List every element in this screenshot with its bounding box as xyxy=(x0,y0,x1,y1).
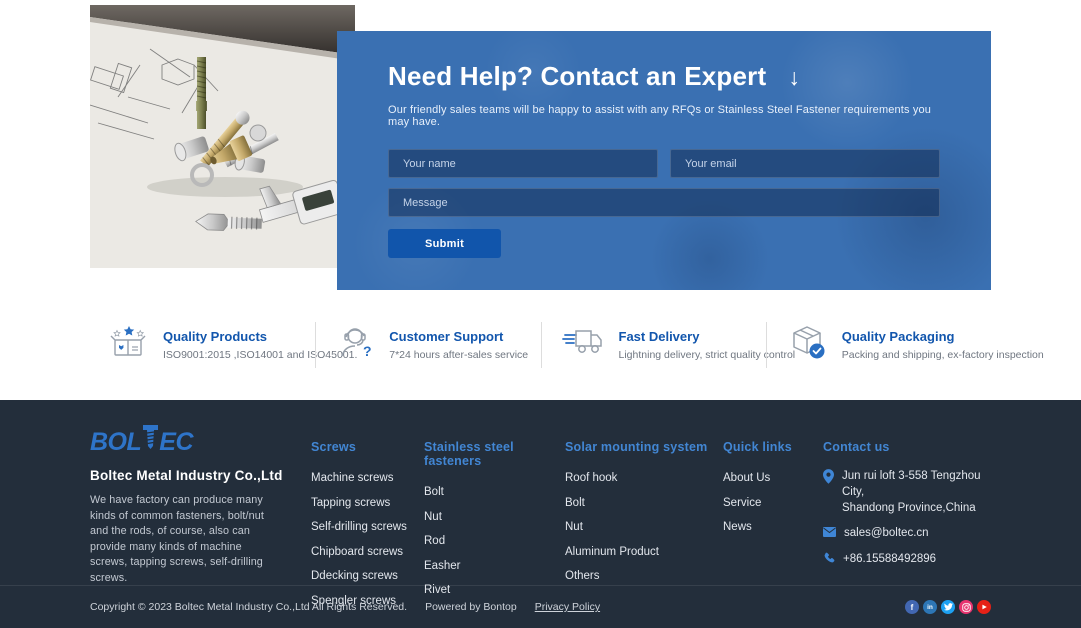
page: Need Help? Contact an Expert ↓ Our frien… xyxy=(0,0,1081,628)
privacy-policy-link[interactable]: Privacy Policy xyxy=(535,601,600,613)
footer-col-screws: Screws Machine screws Tapping screws Sel… xyxy=(311,400,424,615)
headset-icon: ? xyxy=(336,323,376,368)
contact-expert-panel: Need Help? Contact an Expert ↓ Our frien… xyxy=(337,31,991,290)
company-name: Boltec Metal Industry Co.,Ltd xyxy=(90,468,311,483)
footer-link[interactable]: Chipboard screws xyxy=(311,544,403,561)
submit-button[interactable]: Submit xyxy=(388,229,501,258)
feature-quality-products: Quality Products ISO9001:2015 ,ISO14001 … xyxy=(90,322,315,368)
email-input[interactable] xyxy=(670,149,940,178)
footer-link[interactable]: Service xyxy=(723,495,761,512)
address-row: Jun rui loft 3-558 Tengzhou City, Shando… xyxy=(823,468,991,516)
mail-icon xyxy=(823,526,836,542)
email-link[interactable]: sales@boltec.cn xyxy=(844,525,929,542)
feature-quality-packaging: Quality Packaging Packing and shipping, … xyxy=(766,322,991,368)
address-line1: Jun rui loft 3-558 Tengzhou City, xyxy=(842,470,981,498)
contact-panel-title: Need Help? Contact an Expert xyxy=(388,61,766,92)
social-links: f in xyxy=(905,600,991,614)
footer-link[interactable]: Aluminum Product xyxy=(565,544,659,561)
powered-by-text: Powered by Bontop xyxy=(425,601,517,613)
footer-link[interactable]: Easher xyxy=(424,558,460,575)
footer-link[interactable]: Machine screws xyxy=(311,470,393,487)
footer-link[interactable]: About Us xyxy=(723,470,770,487)
screw-t-icon xyxy=(143,424,158,456)
footer-link[interactable]: Rod xyxy=(424,533,445,550)
feature-customer-support: ? Customer Support 7*24 hours after-sale… xyxy=(315,322,540,368)
phone-row: +86.15588492896 xyxy=(823,551,991,569)
footer-heading: Solar mounting system xyxy=(565,440,723,454)
footer-heading: Screws xyxy=(311,440,424,454)
site-footer: BOL EC Boltec Metal Industry Co xyxy=(0,400,1081,628)
footer-heading: Stainless steel fasteners xyxy=(424,440,565,468)
features-strip: Quality Products ISO9001:2015 ,ISO14001 … xyxy=(90,290,991,400)
instagram-icon[interactable] xyxy=(959,600,973,614)
contact-panel-subtitle: Our friendly sales teams will be happy t… xyxy=(388,104,940,128)
arrow-down-icon: ↓ xyxy=(788,64,800,91)
svg-text:?: ? xyxy=(363,343,372,359)
phone-icon xyxy=(823,552,835,569)
copyright-text: Copyright © 2023 Boltec Metal Industry C… xyxy=(90,601,407,613)
footer-link[interactable]: Nut xyxy=(565,519,583,536)
box-stars-icon xyxy=(108,323,150,368)
footer-link[interactable]: Bolt xyxy=(424,484,444,501)
footer-link[interactable]: Others xyxy=(565,568,600,585)
email-row: sales@boltec.cn xyxy=(823,525,991,542)
footer-link[interactable]: Bolt xyxy=(565,495,585,512)
footer-link[interactable]: Roof hook xyxy=(565,470,617,487)
feature-desc: 7*24 hours after-sales service xyxy=(389,349,528,361)
footer-col-quick-links: Quick links About Us Service News xyxy=(723,400,823,615)
feature-title: Customer Support xyxy=(389,329,528,344)
linkedin-glyph: in xyxy=(927,604,933,611)
boltec-logo[interactable]: BOL EC xyxy=(90,424,311,457)
feature-fast-delivery: Fast Delivery Lightning delivery, strict… xyxy=(541,322,766,368)
logo-text-left: BOL xyxy=(90,428,141,457)
footer-heading: Contact us xyxy=(823,440,991,454)
fasteners-photo-art xyxy=(90,5,355,268)
footer-heading: Quick links xyxy=(723,440,823,454)
location-pin-icon xyxy=(823,469,834,516)
phone-link[interactable]: +86.15588492896 xyxy=(843,551,936,569)
footer-link[interactable]: Nut xyxy=(424,509,442,526)
facebook-icon[interactable]: f xyxy=(905,600,919,614)
footer-link[interactable]: News xyxy=(723,519,752,536)
address-text: Jun rui loft 3-558 Tengzhou City, Shando… xyxy=(842,468,991,516)
package-check-icon xyxy=(787,323,829,368)
logo-text-right: EC xyxy=(159,428,193,457)
footer-brand: BOL EC Boltec Metal Industry Co xyxy=(90,400,311,615)
facebook-glyph: f xyxy=(911,603,914,612)
message-input[interactable] xyxy=(388,188,940,217)
fasteners-photo xyxy=(90,5,355,268)
company-description: We have factory can produce many kinds o… xyxy=(90,493,275,586)
footer-link[interactable]: Ddecking screws xyxy=(311,568,398,585)
footer-col-stainless: Stainless steel fasteners Bolt Nut Rod E… xyxy=(424,400,565,615)
footer-link[interactable]: Self-drilling screws xyxy=(311,519,407,536)
feature-title: Quality Packaging xyxy=(842,329,1044,344)
feature-desc: Packing and shipping, ex-factory inspect… xyxy=(842,349,1044,361)
footer-col-contact: Contact us Jun rui loft 3-558 Tengzhou C… xyxy=(823,400,991,615)
twitter-icon[interactable] xyxy=(941,600,955,614)
address-line2: Shandong Province,China xyxy=(842,502,976,514)
truck-icon xyxy=(562,323,606,368)
name-input[interactable] xyxy=(388,149,658,178)
youtube-icon[interactable] xyxy=(977,600,991,614)
footer-link[interactable]: Tapping screws xyxy=(311,495,390,512)
linkedin-icon[interactable]: in xyxy=(923,600,937,614)
footer-col-solar: Solar mounting system Roof hook Bolt Nut… xyxy=(565,400,723,615)
footer-bottom-bar: Copyright © 2023 Boltec Metal Industry C… xyxy=(0,585,1081,628)
